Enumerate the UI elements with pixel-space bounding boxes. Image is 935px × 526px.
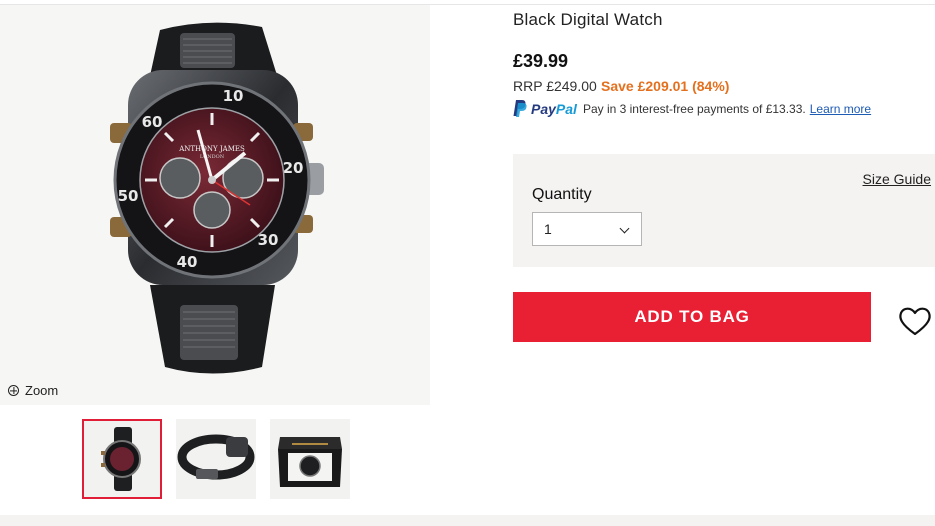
paypal-icon [513,100,527,117]
rrp-price: RRP £249.00 [513,78,597,94]
quantity-value: 1 [544,221,552,237]
thumbnail-strip [82,419,350,499]
quantity-select[interactable]: 1 [532,212,642,246]
svg-text:50: 50 [118,187,139,205]
zoom-icon [8,385,19,396]
thumbnail-3[interactable] [270,419,350,499]
thumbnail-1[interactable] [82,419,162,499]
footer-band [0,515,935,526]
product-price: £39.99 [513,51,569,71]
product-title: Black Digital Watch [513,10,663,29]
options-panel: Size Guide Quantity 1 [513,154,935,267]
savings-badge: Save £209.01 (84%) [601,78,730,94]
zoom-button[interactable]: Zoom [8,383,58,398]
paypal-installments: PayPal Pay in 3 interest-free payments o… [513,100,871,117]
svg-text:60: 60 [142,113,163,131]
learn-more-link[interactable]: Learn more [810,102,871,116]
zoom-label: Zoom [25,383,59,398]
svg-text:ANTHONY JAMES: ANTHONY JAMES [178,145,245,153]
main-product-image[interactable]: 10 20 30 40 50 60 ANTHONY JAMES LONDON [0,5,430,405]
add-to-bag-button[interactable]: ADD TO BAG [513,292,871,342]
thumbnail-2[interactable] [176,419,256,499]
heart-icon[interactable] [897,305,933,337]
svg-text:20: 20 [283,159,304,177]
size-guide-link[interactable]: Size Guide [863,171,931,187]
svg-text:10: 10 [223,87,244,105]
paypal-text: Pay in 3 interest-free payments of £13.3… [582,101,806,116]
chevron-down-icon [619,223,630,234]
watch-image: 10 20 30 40 50 60 ANTHONY JAMES LONDON [110,22,324,374]
svg-text:40: 40 [177,253,198,271]
quantity-label: Quantity [532,186,592,203]
paypal-logo: PayPal [531,100,577,117]
